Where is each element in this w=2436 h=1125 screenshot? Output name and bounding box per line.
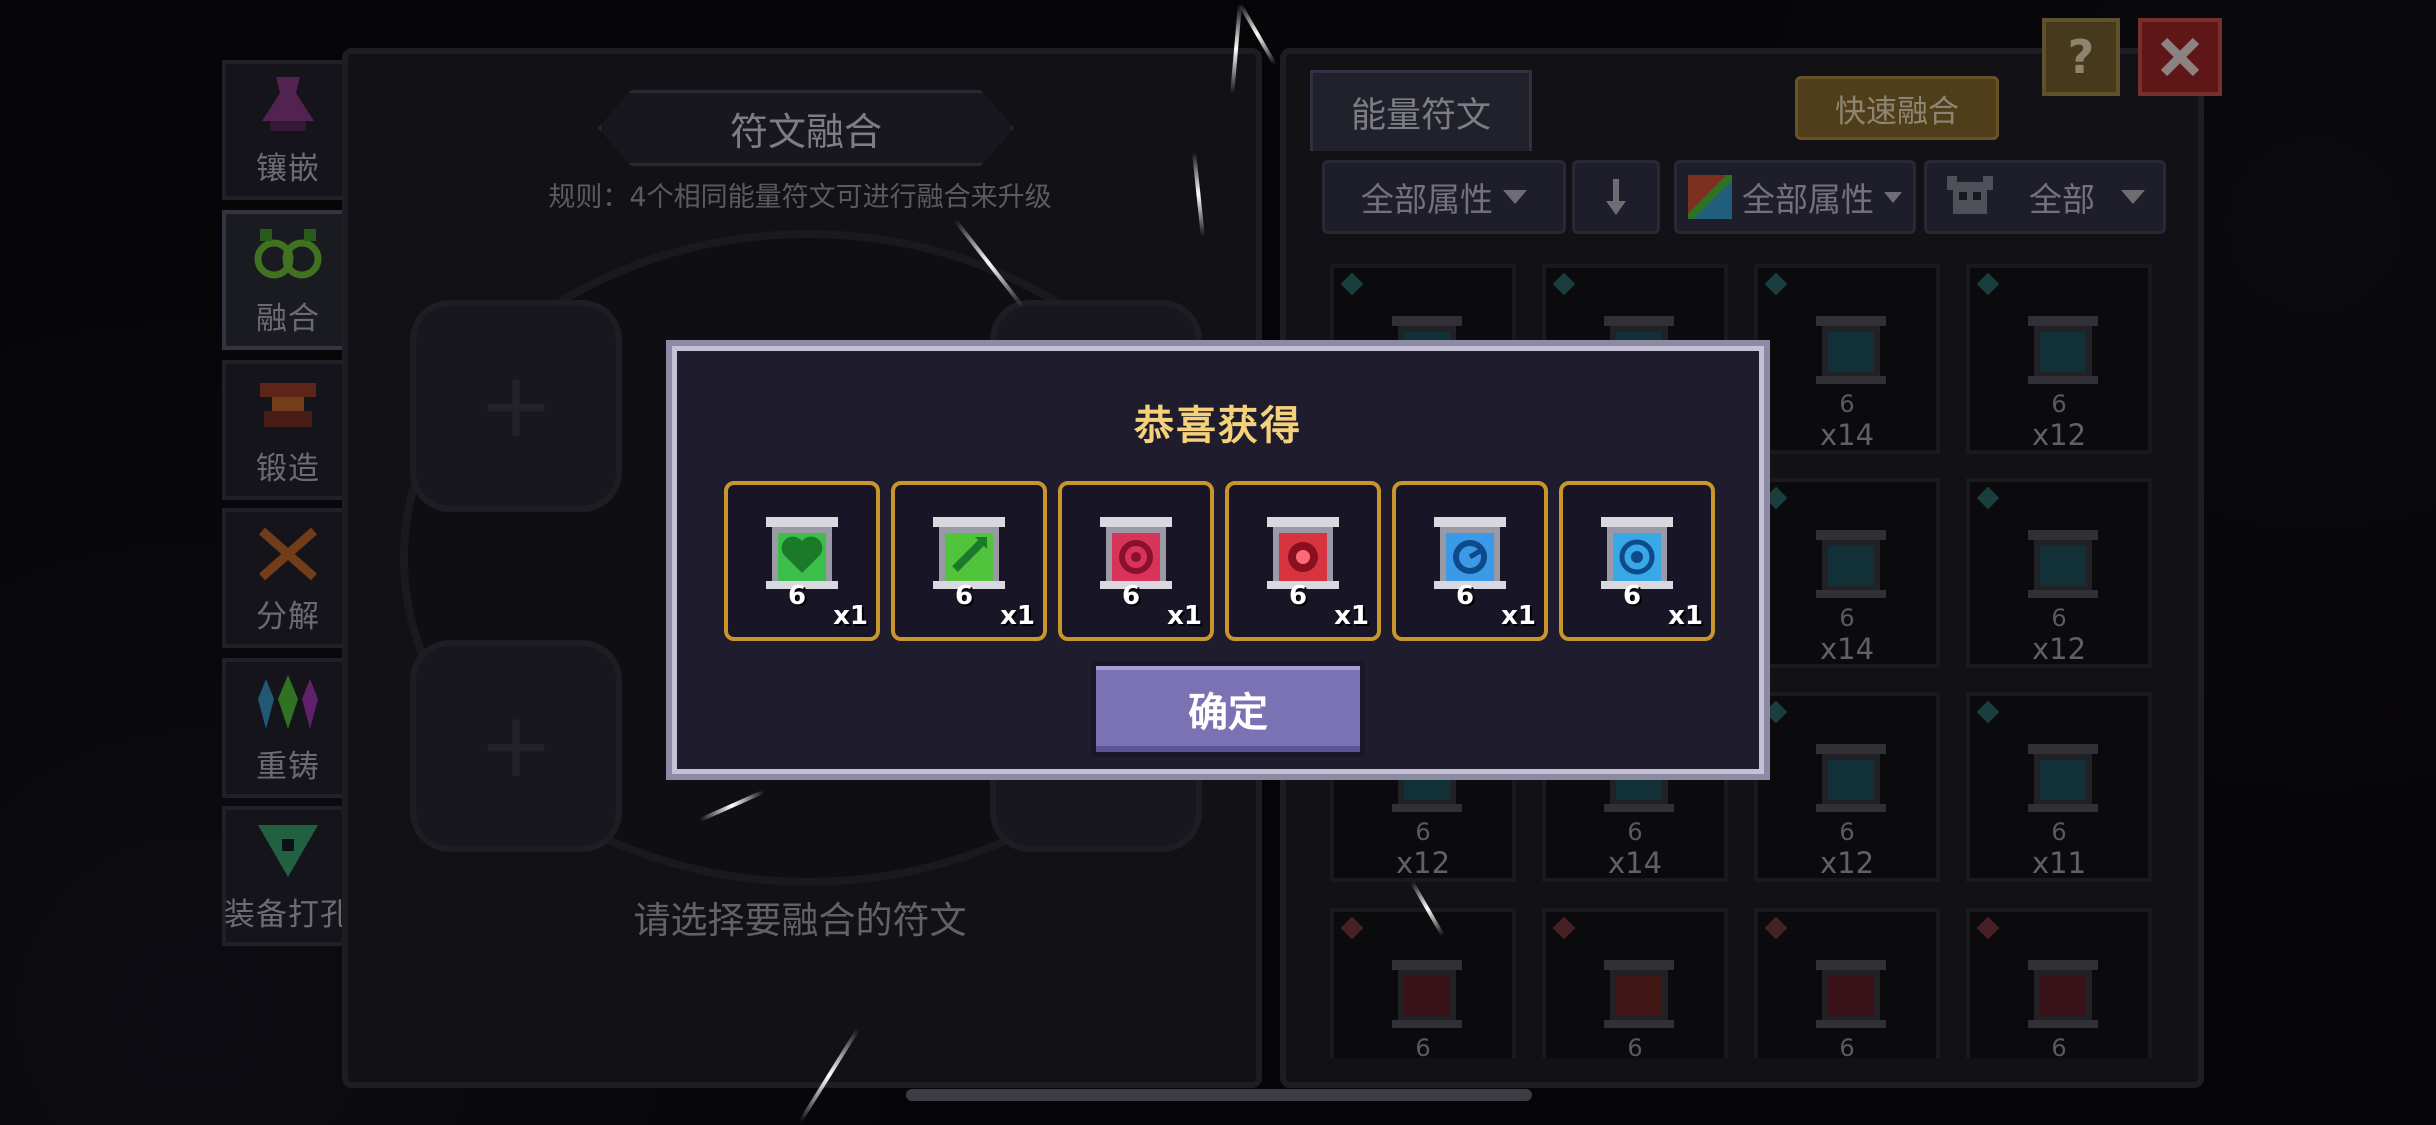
reward-quantity: x1 (833, 601, 868, 631)
reward-level: 6 (1623, 581, 1642, 611)
reward-item[interactable]: 6 x1 (1559, 481, 1715, 641)
reward-dialog-body: 恭喜获得 6 x1 6 x1 6 x1 6 x1 6 x1 6 x1 确定 (672, 346, 1764, 774)
reward-dialog: 恭喜获得 6 x1 6 x1 6 x1 6 x1 6 x1 6 x1 确定 (666, 340, 1770, 780)
reward-level: 6 (1122, 581, 1141, 611)
reward-quantity: x1 (1501, 601, 1536, 631)
reward-quantity: x1 (1334, 601, 1369, 631)
reward-item[interactable]: 6 x1 (1392, 481, 1548, 641)
reward-level: 6 (788, 581, 807, 611)
reward-quantity: x1 (1668, 601, 1703, 631)
reward-quantity: x1 (1000, 601, 1035, 631)
reward-item[interactable]: 6 x1 (1058, 481, 1214, 641)
reward-title: 恭喜获得 (1134, 403, 1302, 449)
reward-level: 6 (1456, 581, 1475, 611)
reward-item[interactable]: 6 x1 (891, 481, 1047, 641)
reward-level: 6 (955, 581, 974, 611)
confirm-button[interactable]: 确定 (1091, 661, 1365, 757)
reward-item[interactable]: 6 x1 (724, 481, 880, 641)
reward-quantity: x1 (1167, 601, 1202, 631)
reward-level: 6 (1289, 581, 1308, 611)
reward-item[interactable]: 6 x1 (1225, 481, 1381, 641)
home-indicator[interactable] (906, 1089, 1532, 1101)
